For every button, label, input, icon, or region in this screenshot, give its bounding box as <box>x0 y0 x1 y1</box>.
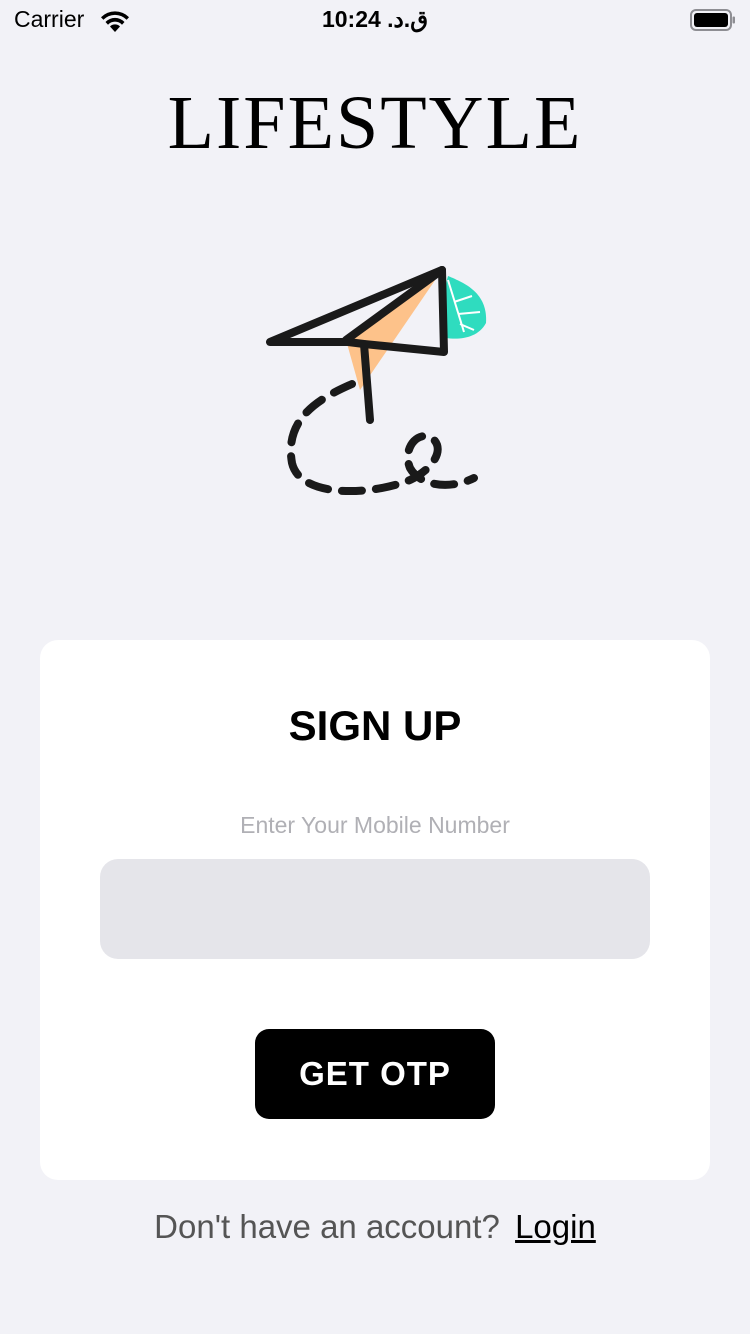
login-link[interactable]: Login <box>515 1208 596 1245</box>
footer: Don't have an account? Login <box>0 1208 750 1246</box>
account-prompt: Don't have an account? <box>154 1208 500 1245</box>
paper-plane-illustration <box>266 266 487 495</box>
battery-icon <box>690 9 735 31</box>
signup-card: SIGN UP Enter Your Mobile Number GET OTP <box>40 640 710 1180</box>
leaf-icon <box>443 276 487 339</box>
mobile-number-input[interactable] <box>100 859 650 959</box>
signup-screen: Carrier ق.د. 10:24 LIFESTYLE SIGN UP Ent… <box>0 0 750 1334</box>
signup-title: SIGN UP <box>288 702 462 749</box>
app-title: LIFESTYLE <box>167 81 583 165</box>
status-time: ق.د. 10:24 <box>321 6 429 32</box>
status-bar: Carrier ق.د. 10:24 <box>0 0 750 40</box>
mobile-number-label: Enter Your Mobile Number <box>240 812 510 838</box>
get-otp-button[interactable]: GET OTP <box>255 1029 495 1119</box>
